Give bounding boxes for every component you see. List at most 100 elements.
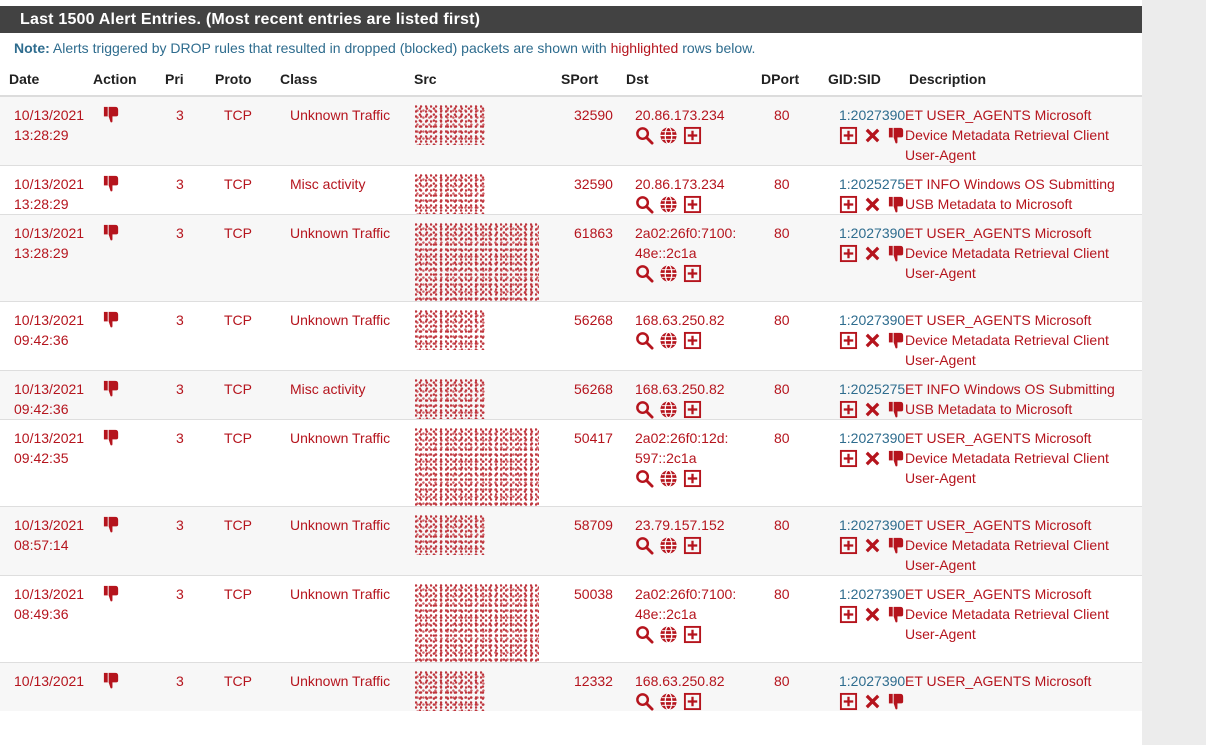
src-cell — [405, 370, 552, 420]
globe-icon[interactable] — [659, 536, 678, 555]
gid-cell: 1:2025275 — [819, 370, 905, 420]
plus-box-icon[interactable] — [839, 126, 858, 145]
thumbs-down-icon[interactable] — [887, 449, 906, 468]
thumbs-down-icon[interactable] — [887, 692, 906, 711]
globe-icon[interactable] — [659, 625, 678, 644]
gid-sid-link[interactable]: 1:2025275 — [839, 174, 905, 194]
globe-icon[interactable] — [659, 400, 678, 419]
plus-box-icon[interactable] — [839, 195, 858, 214]
col-header[interactable]: Action — [84, 63, 156, 97]
desc-line: Device Metadata Retrieval Client — [905, 245, 1109, 261]
desc-line: ET USER_AGENTS Microsoft — [905, 312, 1092, 328]
dst-cell: 23.79.157.152 — [617, 506, 752, 576]
dst-cell: 2a02:26f0:12d: 597::2c1a — [617, 419, 752, 507]
thumbs-down-icon[interactable] — [887, 536, 906, 555]
search-icon[interactable] — [635, 536, 654, 555]
col-header[interactable]: Dst — [617, 63, 752, 97]
globe-icon[interactable] — [659, 126, 678, 145]
plus-box-icon[interactable] — [839, 331, 858, 350]
thumbs-down-icon[interactable] — [887, 331, 906, 350]
close-icon[interactable] — [863, 605, 882, 624]
dst-actions — [635, 468, 752, 488]
gid-cell: 1:2027390 — [819, 301, 905, 371]
plus-box-icon[interactable] — [839, 400, 858, 419]
dport-cell: 80 — [752, 575, 819, 663]
globe-icon[interactable] — [659, 692, 678, 711]
dport-cell: 80 — [752, 214, 819, 302]
globe-icon[interactable] — [659, 195, 678, 214]
col-header[interactable]: Date — [0, 63, 84, 97]
thumbs-down-icon[interactable] — [887, 126, 906, 145]
gid-sid-link[interactable]: 1:2027390 — [839, 671, 905, 691]
search-icon[interactable] — [635, 126, 654, 145]
gid-sid-link[interactable]: 1:2027390 — [839, 223, 905, 243]
close-icon[interactable] — [863, 126, 882, 145]
col-header[interactable]: Proto — [206, 63, 271, 97]
col-header[interactable]: Description — [900, 63, 1142, 97]
search-icon[interactable] — [635, 625, 654, 644]
plus-box-icon[interactable] — [839, 536, 858, 555]
thumbs-down-icon — [102, 379, 121, 398]
gid-sid-link[interactable]: 1:2027390 — [839, 428, 905, 448]
gid-sid-link[interactable]: 1:2025275 — [839, 379, 905, 399]
globe-icon[interactable] — [659, 264, 678, 283]
plus-box-icon[interactable] — [839, 692, 858, 711]
plus-box-icon[interactable] — [683, 126, 702, 145]
gid-sid-link[interactable]: 1:2027390 — [839, 310, 905, 330]
class-cell: Unknown Traffic — [271, 214, 405, 302]
col-header[interactable]: Pri — [156, 63, 206, 97]
plus-box-icon[interactable] — [683, 469, 702, 488]
close-icon[interactable] — [863, 331, 882, 350]
plus-box-icon[interactable] — [839, 449, 858, 468]
plus-box-icon[interactable] — [683, 400, 702, 419]
thumbs-down-icon[interactable] — [887, 244, 906, 263]
class-cell: Unknown Traffic — [271, 506, 405, 576]
col-header[interactable]: Src — [405, 63, 552, 97]
close-icon[interactable] — [863, 449, 882, 468]
search-icon[interactable] — [635, 469, 654, 488]
thumbs-down-icon[interactable] — [887, 400, 906, 419]
thumbs-down-icon[interactable] — [887, 195, 906, 214]
note-text-before: Alerts triggered by DROP rules that resu… — [49, 40, 611, 56]
description-cell: ET USER_AGENTS Microsoft Device Metadata … — [900, 301, 1142, 371]
plus-box-icon[interactable] — [683, 692, 702, 711]
action-cell — [84, 662, 156, 711]
gid-sid-link[interactable]: 1:2027390 — [839, 584, 905, 604]
globe-icon[interactable] — [659, 469, 678, 488]
time-text: 09:42:35 — [14, 450, 69, 466]
col-header[interactable]: SPort — [552, 63, 617, 97]
plus-box-icon[interactable] — [839, 605, 858, 624]
dport-cell: 80 — [752, 506, 819, 576]
globe-icon[interactable] — [659, 331, 678, 350]
thumbs-down-icon[interactable] — [887, 605, 906, 624]
plus-box-icon[interactable] — [683, 331, 702, 350]
date-cell: 10/13/2021 — [0, 662, 84, 711]
search-icon[interactable] — [635, 264, 654, 283]
close-icon[interactable] — [863, 244, 882, 263]
plus-box-icon[interactable] — [683, 264, 702, 283]
gid-sid-link[interactable]: 1:2027390 — [839, 515, 905, 535]
search-icon[interactable] — [635, 692, 654, 711]
close-icon[interactable] — [863, 692, 882, 711]
dst-actions — [635, 399, 752, 419]
src-cell — [405, 165, 552, 215]
col-header[interactable]: Class — [271, 63, 405, 97]
col-header[interactable]: GID:SID — [819, 63, 900, 97]
close-icon[interactable] — [863, 536, 882, 555]
search-icon[interactable] — [635, 400, 654, 419]
plus-box-icon[interactable] — [839, 244, 858, 263]
date-text: 10/13/2021 — [14, 107, 85, 123]
plus-box-icon[interactable] — [683, 625, 702, 644]
desc-line: USB Metadata to Microsoft — [905, 196, 1073, 212]
search-icon[interactable] — [635, 331, 654, 350]
plus-box-icon[interactable] — [683, 195, 702, 214]
col-header[interactable]: DPort — [752, 63, 819, 97]
dst-address: 168.63.250.82 — [635, 381, 725, 397]
search-icon[interactable] — [635, 195, 654, 214]
close-icon[interactable] — [863, 195, 882, 214]
plus-box-icon[interactable] — [683, 536, 702, 555]
table-header-row: Date Action Pri Proto Class Src SPort Ds… — [0, 63, 1142, 97]
close-icon[interactable] — [863, 400, 882, 419]
gid-sid-link[interactable]: 1:2027390 — [839, 105, 905, 125]
gid-cell: 1:2027390 — [819, 506, 905, 576]
